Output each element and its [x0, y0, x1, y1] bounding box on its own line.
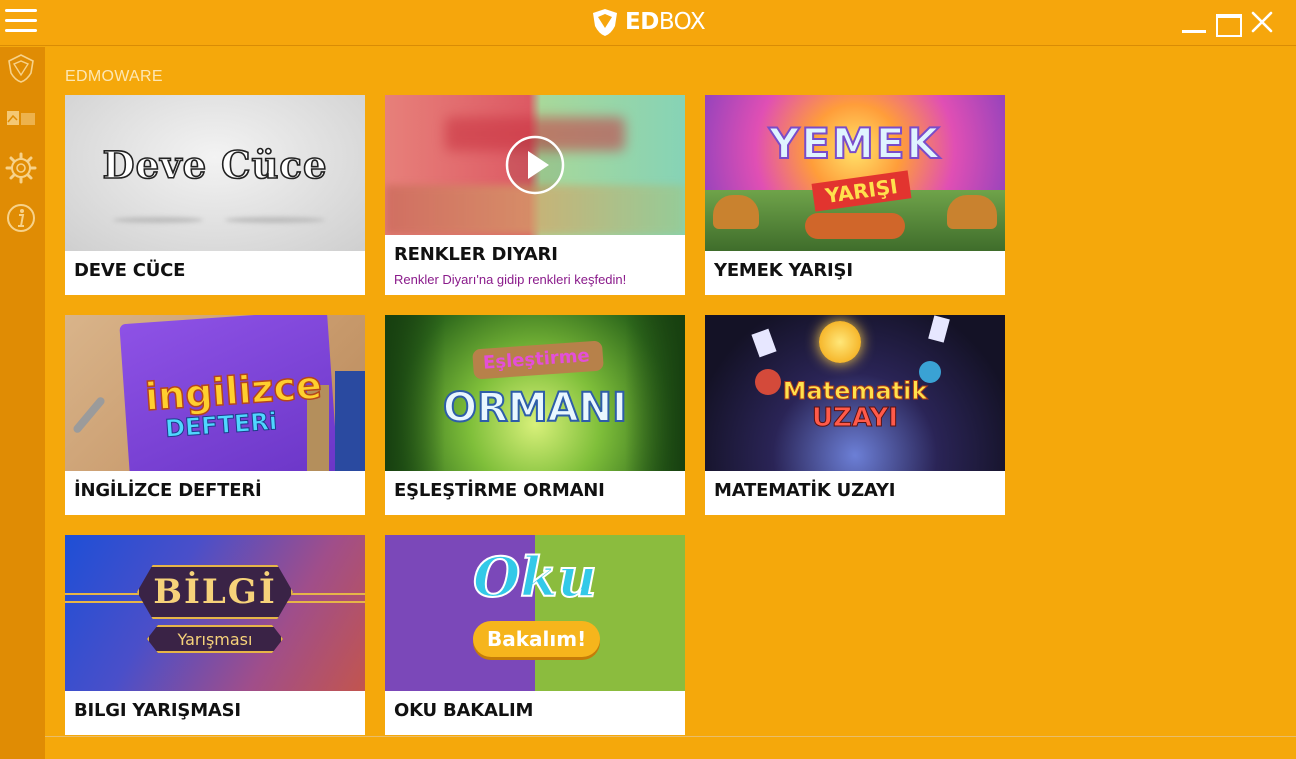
card-thumbnail: Eşleştirme ORMANI [385, 315, 685, 471]
edbox-shield-icon [8, 54, 34, 83]
window-controls [1182, 10, 1274, 37]
card-yemek-yarisi[interactable]: YEMEK YARIŞI YEMEK YARIŞI [705, 95, 1005, 295]
thumbnail-subtitle-art: UZAYI [811, 403, 899, 434]
app-logo: EDBOX [589, 4, 706, 40]
card-thumbnail: Oku Bakalım! [385, 535, 685, 691]
sidebar-item-home[interactable] [4, 51, 38, 85]
maximize-icon[interactable] [1216, 10, 1242, 37]
thumbnail-subtitle-art: Yarışması [147, 625, 283, 653]
card-title: BILGI YARIŞMASI [74, 700, 241, 721]
edbox-shield-icon [593, 9, 617, 36]
app-logo-text: EDBOX [625, 9, 706, 35]
card-thumbnail: ingilizce DEFTERi [65, 315, 365, 471]
thumbnail-title-art: YEMEK [768, 118, 942, 169]
card-matematik-uzayi[interactable]: Matematik UZAYI MATEMATİK UZAYI [705, 315, 1005, 515]
thumbnail-title-art: Matematik [782, 377, 928, 406]
card-subtitle: Renkler Diyarı'na gidip renkleri keşfedi… [394, 272, 627, 287]
close-icon[interactable] [1250, 10, 1274, 34]
card-thumbnail [385, 95, 685, 235]
card-thumbnail: YEMEK YARIŞI [705, 95, 1005, 251]
card-title: İNGİLİZCE DEFTERİ [74, 480, 262, 501]
title-bar: EDBOX [0, 0, 1296, 46]
play-icon[interactable] [505, 135, 565, 195]
card-thumbnail: BİLGİ Yarışması [65, 535, 365, 691]
card-oku-bakalim[interactable]: Oku Bakalım! OKU BAKALIM [385, 535, 685, 735]
card-title: DEVE CÜCE [74, 260, 186, 281]
card-deve-cuce[interactable]: Deve Cüce DEVE CÜCE [65, 95, 365, 295]
card-eslestirme-ormani[interactable]: Eşleştirme ORMANI EŞLEŞTİRME ORMANI [385, 315, 685, 515]
thumbnail-title-art: BİLGİ [137, 565, 293, 619]
info-icon [7, 204, 35, 232]
card-title: EŞLEŞTİRME ORMANI [394, 480, 605, 501]
card-title: MATEMATİK UZAYI [714, 480, 896, 501]
library-icon [7, 111, 35, 125]
sidebar-item-info[interactable] [4, 201, 38, 235]
card-ingilizce-defteri[interactable]: ingilizce DEFTERi İNGİLİZCE DEFTERİ [65, 315, 365, 515]
thumbnail-subtitle-art: ORMANI [442, 384, 628, 432]
bottom-divider [45, 736, 1296, 737]
section-title: EDMOWARE [65, 68, 163, 85]
card-title: OKU BAKALIM [394, 700, 534, 721]
sidebar-item-settings[interactable] [4, 151, 38, 185]
minimize-icon[interactable] [1182, 10, 1206, 34]
card-thumbnail: Matematik UZAYI [705, 315, 1005, 471]
card-bilgi-yarismasi[interactable]: BİLGİ Yarışması BILGI YARIŞMASI [65, 535, 365, 735]
card-title: RENKLER DIYARI [394, 244, 558, 265]
thumbnail-title-art: Deve Cüce [102, 142, 328, 188]
sidebar-item-library[interactable] [4, 101, 38, 135]
hamburger-menu-icon[interactable] [5, 9, 37, 35]
sidebar [0, 47, 45, 759]
gear-icon [5, 152, 37, 184]
card-title: YEMEK YARIŞI [714, 260, 853, 281]
thumbnail-subtitle-art: Bakalım! [473, 621, 601, 657]
card-thumbnail: Deve Cüce [65, 95, 365, 251]
thumbnail-title-art: Oku [472, 544, 598, 610]
main-content: EDMOWARE Deve Cüce DEVE CÜCE RENKLER DIY… [45, 47, 1296, 759]
card-renkler-diyari[interactable]: RENKLER DIYARI Renkler Diyarı'na gidip r… [385, 95, 685, 295]
